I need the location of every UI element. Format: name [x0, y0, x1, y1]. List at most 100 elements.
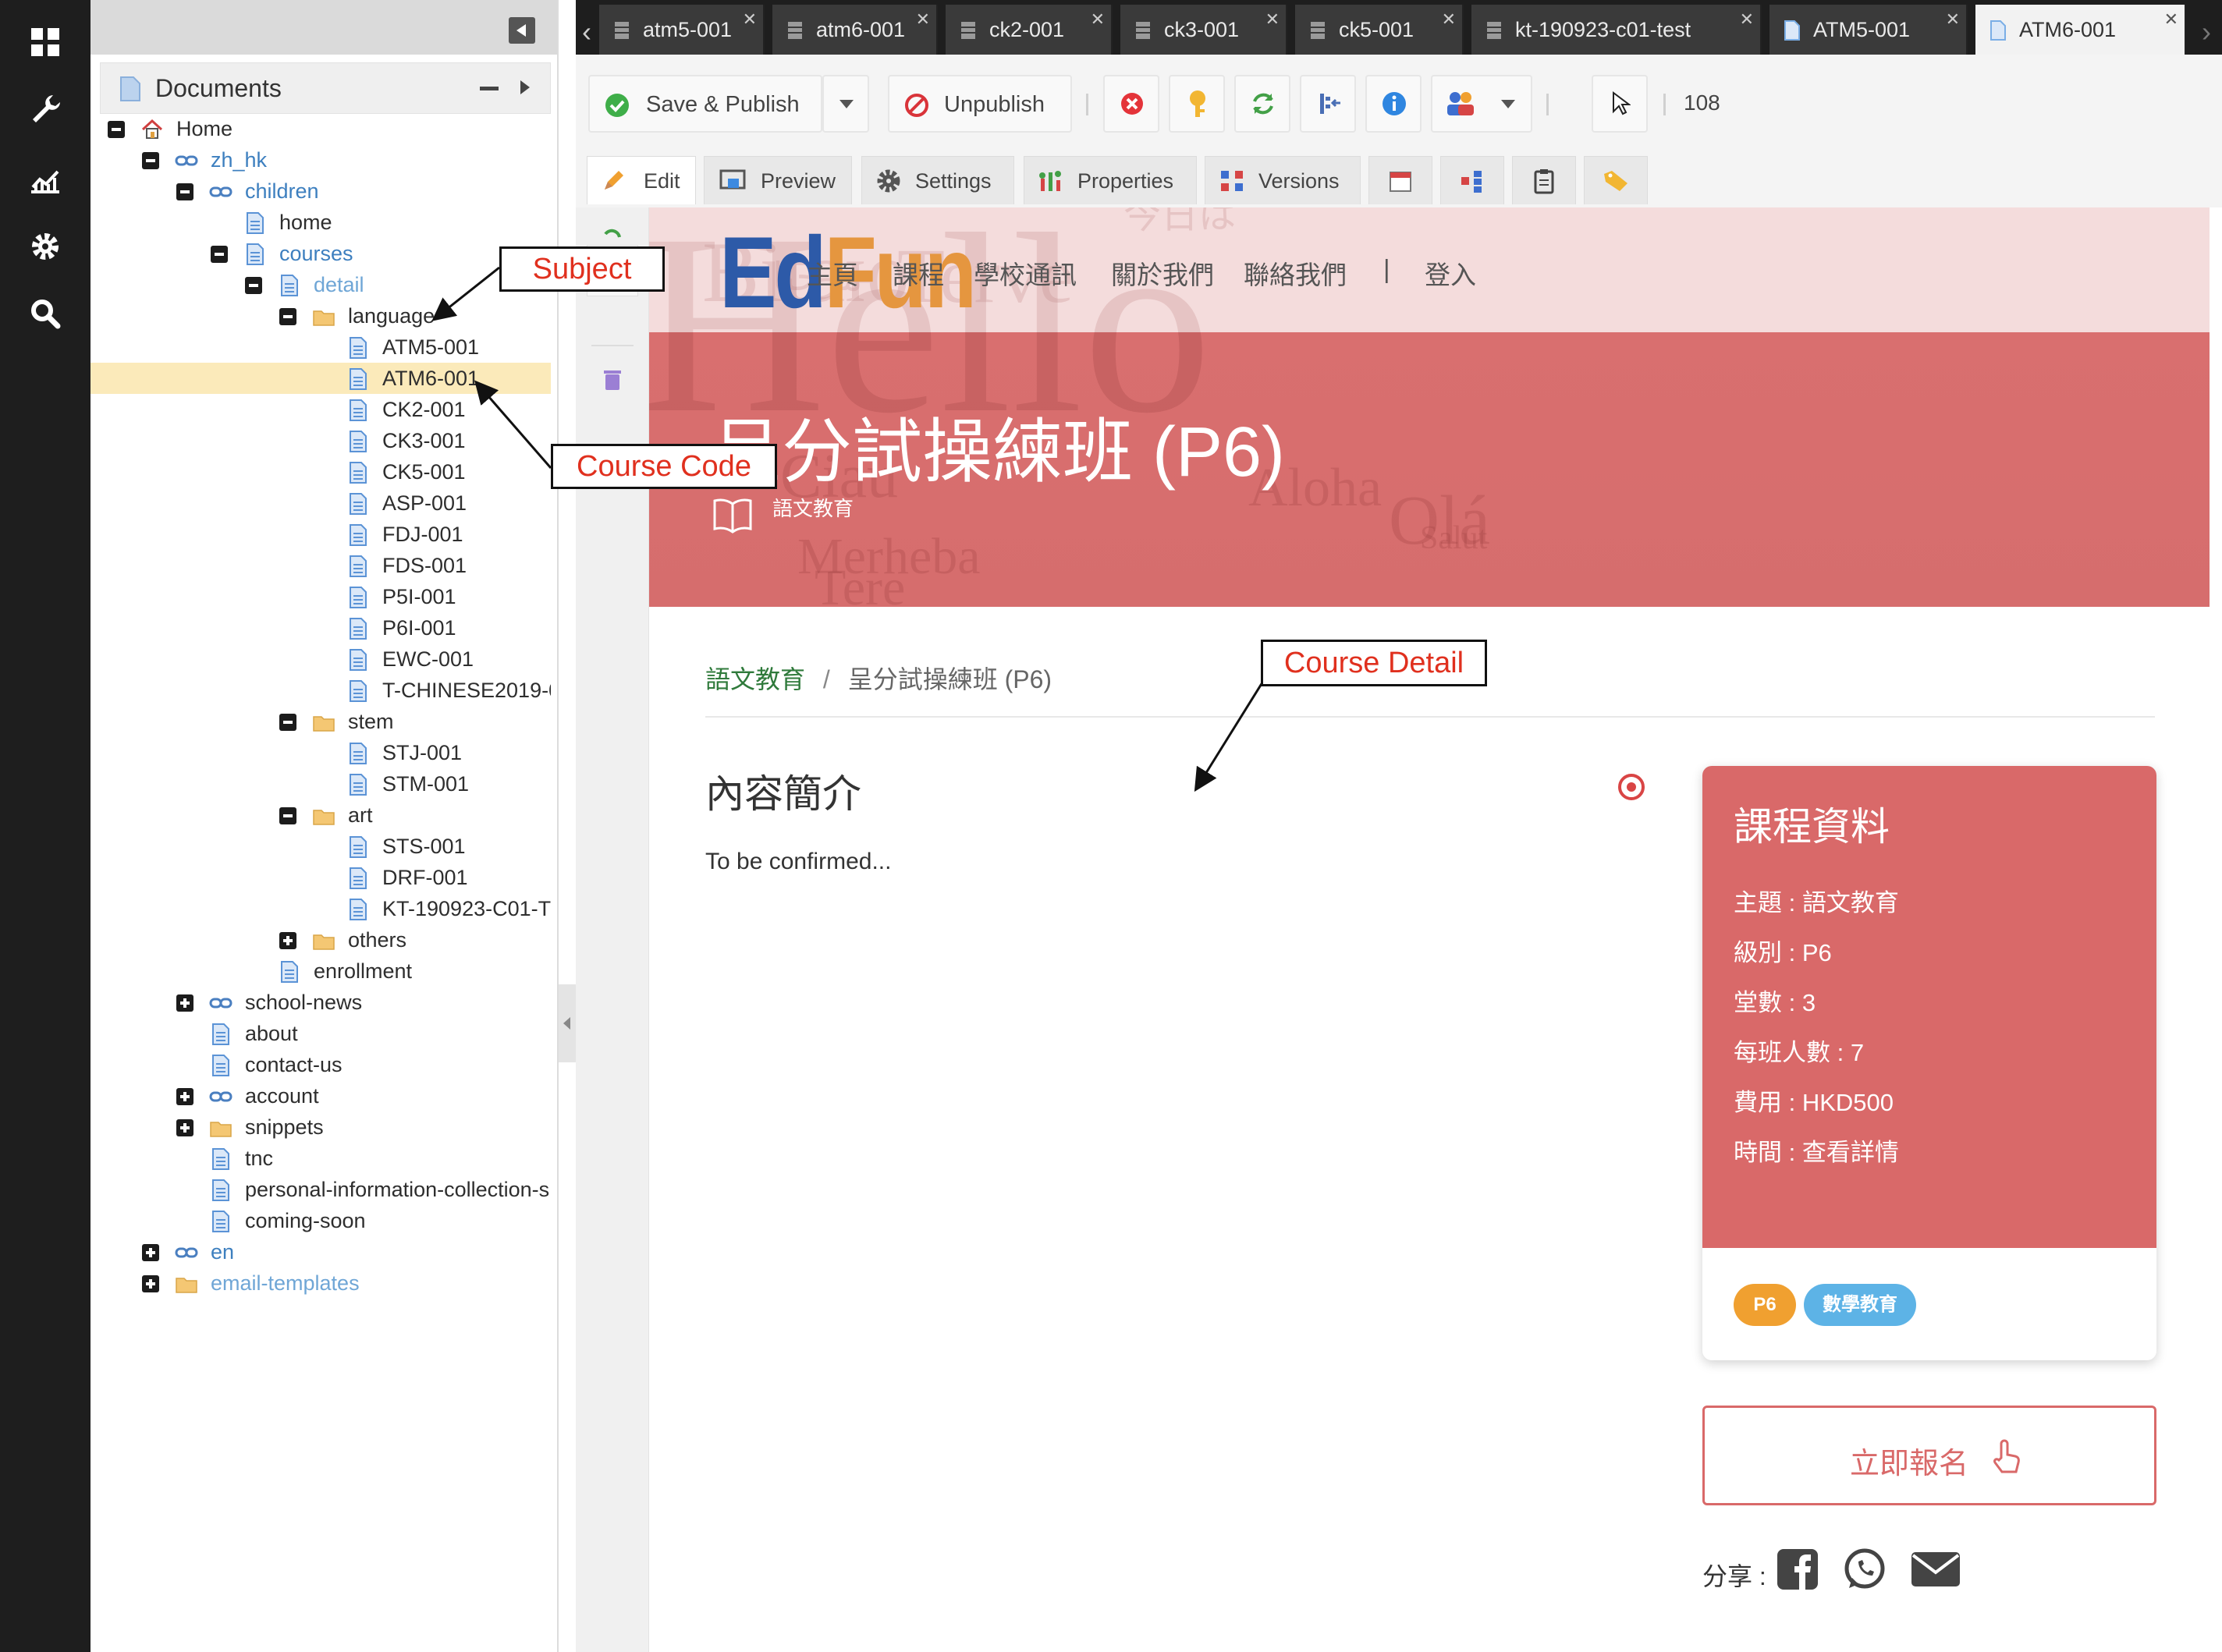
course-tag[interactable]: 數學教育 [1804, 1284, 1916, 1326]
tab-dependencies[interactable] [1440, 156, 1504, 204]
tree-node[interactable]: personal-information-collection-s [91, 1174, 551, 1205]
tree-node[interactable]: stem [91, 706, 551, 737]
search-icon[interactable] [27, 295, 64, 332]
close-tab-icon[interactable]: ✕ [1265, 9, 1280, 30]
facebook-icon[interactable] [1776, 1547, 1819, 1591]
nav-link[interactable]: 登入 [1425, 254, 1476, 292]
collapse-node-icon[interactable] [279, 714, 296, 731]
tree-node[interactable]: en [91, 1236, 551, 1267]
nav-link[interactable]: 課程 [893, 254, 944, 292]
editor-tab[interactable]: ATM6-001 ✕ [1975, 5, 2186, 55]
tree-node[interactable]: coming-soon [91, 1205, 551, 1236]
expand-node-icon[interactable] [176, 1088, 193, 1105]
nav-link[interactable]: 主頁 [807, 254, 858, 292]
pointer-button[interactable] [1592, 75, 1648, 133]
whatsapp-icon[interactable] [1843, 1547, 1887, 1591]
analytics-icon[interactable] [27, 161, 64, 198]
nav-link[interactable]: 關於我們 [1111, 254, 1214, 292]
tree-node[interactable]: art [91, 799, 551, 831]
tree-node[interactable]: zh_hk [91, 144, 551, 175]
tree-node[interactable]: enrollment [91, 955, 551, 987]
collapse-all-icon[interactable] [480, 87, 499, 90]
tree-node[interactable]: CK5-001 [91, 456, 551, 487]
collapse-node-icon[interactable] [279, 807, 296, 824]
expand-node-icon[interactable] [176, 994, 193, 1012]
tree-node[interactable]: courses [91, 238, 551, 269]
tab-preview[interactable]: Preview [704, 156, 852, 204]
close-tab-icon[interactable]: ✕ [1091, 9, 1105, 30]
gear-icon[interactable] [27, 228, 64, 265]
tree-node[interactable]: tnc [91, 1143, 551, 1174]
collapse-node-icon[interactable] [176, 183, 193, 200]
close-tab-icon[interactable]: ✕ [916, 9, 930, 30]
tree-node[interactable]: contact-us [91, 1049, 551, 1080]
tab-versions[interactable]: Versions [1205, 156, 1361, 204]
unlock-button[interactable] [1169, 75, 1225, 133]
wrench-icon[interactable] [27, 90, 64, 128]
close-tab-icon[interactable]: ✕ [1946, 9, 1960, 30]
tree-node[interactable]: KT-190923-C01-TES [91, 893, 551, 924]
expand-node-icon[interactable] [142, 1244, 159, 1261]
tab-scroll-left-icon[interactable]: ‹ [582, 16, 591, 48]
unpublish-button[interactable]: Unpublish [888, 75, 1072, 133]
tab-notes[interactable] [1512, 156, 1576, 204]
tree-node[interactable]: ATM6-001 [91, 363, 551, 394]
close-tab-icon[interactable]: ✕ [743, 9, 757, 30]
close-tab-icon[interactable]: ✕ [2164, 9, 2178, 30]
collapse-panel-button[interactable] [509, 17, 535, 44]
course-tag[interactable]: P6 [1734, 1284, 1796, 1326]
tree-node[interactable]: snippets [91, 1111, 551, 1143]
tree-node[interactable]: school-news [91, 987, 551, 1018]
tab-scroll-right-icon[interactable]: › [2202, 16, 2211, 48]
reload-area-icon[interactable] [599, 225, 626, 240]
editor-tab[interactable]: atm6-001 ✕ [772, 5, 938, 55]
tree-node[interactable]: home [91, 207, 551, 238]
tree-node[interactable]: CK2-001 [91, 394, 551, 425]
tab-edit[interactable]: Edit [587, 156, 696, 204]
breadcrumb-link[interactable]: 語文教育 [705, 665, 805, 693]
tree-node[interactable]: about [91, 1018, 551, 1049]
tree-node[interactable]: email-templates [91, 1267, 551, 1299]
tab-properties[interactable]: Properties [1024, 156, 1197, 204]
expand-node-icon[interactable] [176, 1119, 193, 1136]
tree-node[interactable]: FDS-001 [91, 550, 551, 581]
tree-node[interactable]: P6I-001 [91, 612, 551, 643]
tree-node[interactable]: STJ-001 [91, 737, 551, 768]
tree-node[interactable]: Home [91, 113, 551, 144]
editor-tab[interactable]: ck5-001 ✕ [1295, 5, 1464, 55]
expand-arrow-icon[interactable] [520, 80, 530, 94]
collapse-node-icon[interactable] [279, 308, 296, 325]
tree-node[interactable]: CK3-001 [91, 425, 551, 456]
tree-node[interactable]: DRF-001 [91, 862, 551, 893]
collapse-node-icon[interactable] [245, 277, 262, 294]
tree-node[interactable]: language [91, 300, 551, 331]
tab-schedule[interactable] [1368, 156, 1432, 204]
tree-node[interactable]: account [91, 1080, 551, 1111]
editor-tab[interactable]: atm5-001 ✕ [599, 5, 765, 55]
close-tab-icon[interactable]: ✕ [1442, 9, 1456, 30]
save-publish-button[interactable]: Save & Publish [588, 75, 822, 133]
email-icon[interactable] [1910, 1547, 1961, 1591]
trash-icon[interactable] [602, 368, 623, 392]
enroll-button[interactable]: 立即報名 [1702, 1406, 2156, 1505]
tree-node[interactable]: ASP-001 [91, 487, 551, 519]
tree-node[interactable]: T-CHINESE2019-02 [91, 675, 551, 706]
tree-node[interactable]: STM-001 [91, 768, 551, 799]
tab-settings[interactable]: Settings [861, 156, 1014, 204]
tree-node[interactable]: ATM5-001 [91, 331, 551, 363]
collapse-node-icon[interactable] [142, 152, 159, 169]
tree-node[interactable]: FDJ-001 [91, 519, 551, 550]
collapse-node-icon[interactable] [211, 246, 228, 263]
delete-button[interactable] [1103, 75, 1159, 133]
dashboard-icon[interactable] [27, 23, 64, 61]
editor-tab[interactable]: ck3-001 ✕ [1120, 5, 1287, 55]
panel-splitter[interactable] [559, 984, 576, 1062]
target-icon[interactable] [1617, 772, 1646, 802]
reload-button[interactable] [1234, 75, 1290, 133]
tree-node[interactable]: children [91, 175, 551, 207]
tree-node[interactable]: P5I-001 [91, 581, 551, 612]
tree-node[interactable]: STS-001 [91, 831, 551, 862]
close-tab-icon[interactable]: ✕ [1740, 9, 1754, 30]
editor-tab[interactable]: ck2-001 ✕ [946, 5, 1113, 55]
save-options-dropdown[interactable] [822, 75, 869, 133]
